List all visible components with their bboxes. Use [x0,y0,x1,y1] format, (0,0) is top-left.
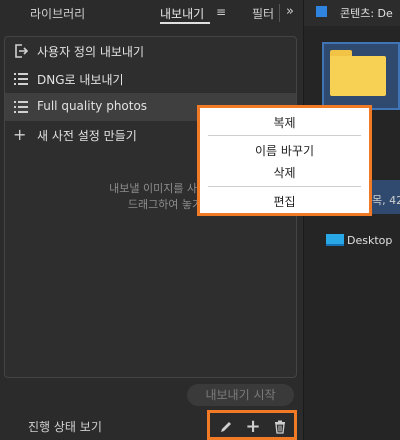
content-panel-icon [316,6,327,17]
menu-separator [208,186,361,187]
menu-item-delete[interactable]: 삭제 [200,164,369,181]
preset-tools: + [207,410,297,440]
tab-filter[interactable]: 필터 [252,5,274,22]
tab-bar: 라이브러리 내보내기 ≡ 필터 » [0,0,303,26]
tab-menu-icon[interactable]: ≡ [216,5,226,19]
menu-item-duplicate[interactable]: 복제 [200,114,369,131]
list-icon [13,99,29,115]
chevron-double-right-icon[interactable]: » [286,4,294,19]
desktop-icon-base [326,244,344,246]
preset-label: 새 사전 설정 만들기 [37,129,137,143]
menu-item-rename[interactable]: 이름 바꾸기 [200,142,369,159]
start-export-button[interactable]: 내보내기 시작 [187,384,294,406]
panel-divider[interactable] [303,0,304,440]
item-count: 목, 42 [372,194,400,207]
plus-icon[interactable]: + [243,418,263,436]
menu-separator [208,135,361,136]
view-progress-link[interactable]: 진행 상태 보기 [28,418,102,435]
preset-context-menu: 복제 이름 바꾸기 삭제 편집 [197,105,372,216]
menu-item-edit[interactable]: 편집 [200,193,369,210]
preset-label: Full quality photos [37,99,148,113]
tab-library[interactable]: 라이브러리 [30,5,85,22]
content-panel-title: 콘텐츠: De [340,7,393,20]
folder-icon-body [330,56,386,96]
tab-separator [279,4,280,22]
list-icon [13,71,29,87]
trash-icon[interactable] [270,418,290,436]
preset-label: DNG로 내보내기 [37,73,124,87]
active-tab-indicator [160,22,210,24]
desktop-folder-label[interactable]: Desktop [347,234,392,247]
preset-item-dng-export[interactable]: DNG로 내보내기 [5,65,296,93]
pencil-icon[interactable] [216,418,236,436]
preset-item-custom-export[interactable]: 사용자 정의 내보내기 [5,37,296,65]
plus-icon: + [13,125,27,144]
preset-label: 사용자 정의 내보내기 [37,45,144,59]
tab-export[interactable]: 내보내기 [160,5,204,22]
export-icon [13,43,29,59]
